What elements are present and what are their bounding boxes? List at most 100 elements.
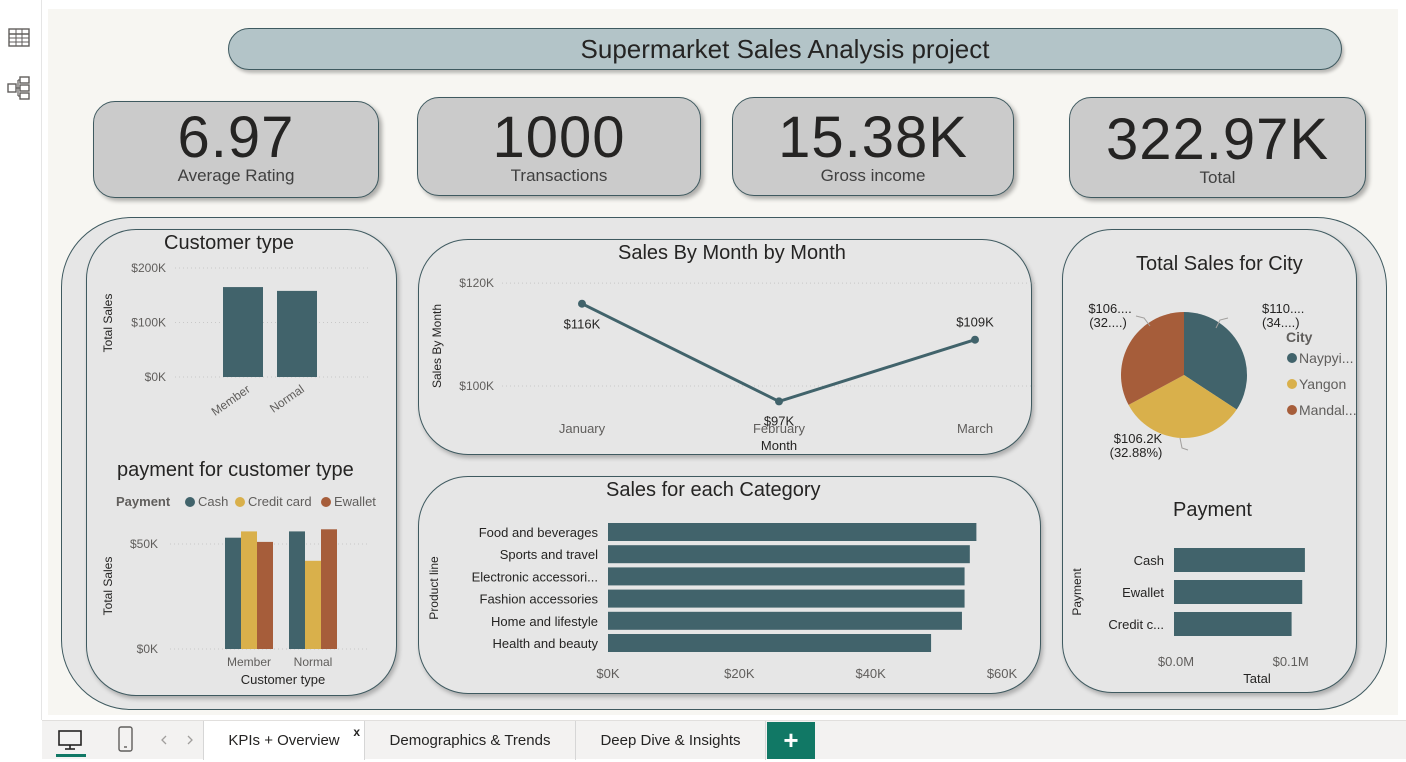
bar [289,531,305,649]
bar [305,560,321,649]
y-tick-label: Sports and travel [500,547,598,562]
bar [1174,580,1303,604]
y-tick-label: $100K [459,379,494,393]
data-label: (32.88%) [1110,445,1163,460]
x-tick-label: Normal [267,382,307,416]
data-label: $106.... [1088,301,1131,316]
category-chart[interactable]: $0K $20K $40K $60K Product line Food and beve… [420,500,1040,690]
data-label: $110.... [1262,301,1304,316]
tab-demographics-trends[interactable]: Demographics & Trends [365,721,576,760]
table-view-icon[interactable] [7,26,31,50]
y-axis-title: Product line [427,556,441,620]
y-tick-label: $200K [131,261,166,275]
kpi-card-average-rating[interactable]: 6.97 Average Rating [93,101,379,198]
bar [223,287,263,377]
legend-label: Credit card [248,494,312,509]
y-tick-label: Food and beverages [479,525,599,540]
series-line [581,302,976,404]
payment-customer-chart[interactable]: Payment Cash Credit card Ewallet $0K $50K Tota… [90,488,390,688]
y-tick-label: Ewallet [1122,585,1164,600]
mobile-layout-icon[interactable] [116,725,136,755]
bar [608,611,962,630]
payment-chart[interactable]: Cash Ewallet Credit c... Payment $0.0M $0.1MT… [1064,526,1354,691]
x-tick-label: $0.0M [1158,654,1194,669]
legend-marker [235,497,245,507]
add-page-button[interactable]: + [767,722,815,759]
customer-type-chart[interactable]: $0K $100K $200K Total Sales Member Normal [90,255,390,445]
y-tick-label: Electronic accessori... [472,569,598,584]
model-view-icon[interactable] [7,76,31,100]
kpi-card-transactions[interactable]: 1000 Transactions [417,97,701,196]
data-point [971,335,979,344]
kpi-value: 6.97 [177,105,295,170]
bar [1174,612,1292,636]
legend-label: Ewallet [334,494,376,509]
x-tick-label: February [753,421,806,436]
page-title: Supermarket Sales Analysis project [228,28,1342,70]
bar [608,523,977,541]
kpi-card-total[interactable]: 322.97K Total [1069,97,1366,198]
data-label: (32....) [1089,315,1127,330]
legend-title: Payment [116,494,171,509]
x-tick-label: $40K [855,666,886,681]
legend-label: Mandal... [1299,402,1357,418]
legend-label: Naypyi... [1299,350,1353,366]
y-tick-label: $0K [145,370,166,384]
tab-deep-dive-insights[interactable]: Deep Dive & Insights [576,721,766,760]
close-tab-icon[interactable]: x [353,725,360,739]
x-tick-label: $20K [724,666,755,681]
x-axis-title: Customer type [241,672,326,687]
kpi-label: Gross income [820,166,926,185]
bar [608,634,932,652]
x-tick-label: March [957,421,993,436]
y-tick-label: $120K [459,276,494,290]
y-tick-label: Health and beauty [492,636,598,651]
desktop-layout-icon[interactable] [56,727,86,757]
bar [241,531,257,649]
scroll-right-icon[interactable] [184,733,196,747]
y-axis-title: Total Sales [101,557,115,616]
city-title: Total Sales for City [1136,253,1303,275]
y-tick-label: $100K [131,316,166,330]
kpi-value: 15.38K [778,105,968,170]
y-axis-title: Total Sales [101,294,115,353]
y-tick-label: Fashion accessories [480,592,599,607]
y-axis-title: Sales By Month [430,304,444,388]
customer-type-title: Customer type [164,232,295,254]
x-axis-title: Month [761,438,797,452]
tab-label: KPIs + Overview [228,732,340,749]
x-tick-label: Member [209,382,253,419]
kpi-value: 1000 [492,105,626,170]
legend-marker [1287,353,1297,363]
legend-marker [321,497,331,507]
page-tab-bar: KPIs + Overview x Demographics & Trends … [42,720,1406,760]
data-label: $109K [956,315,994,330]
data-label: $106.2K [1114,431,1163,446]
bar [608,589,965,608]
data-point [775,397,783,406]
bar [277,290,317,377]
x-tick-label: Normal [294,655,333,669]
city-pie-chart[interactable]: $110....(34....) $106.2K(32.88%) $106....(… [1064,288,1364,473]
data-label: (34....) [1262,315,1300,330]
legend-marker [1287,405,1297,415]
x-tick-label: Member [227,655,271,669]
data-label: $116K [564,317,601,332]
scroll-left-icon[interactable] [158,733,170,747]
legend-marker [185,497,195,507]
kpi-label: Transactions [510,166,608,185]
data-point [578,299,586,308]
legend-label: Yangon [1299,376,1346,392]
leader-line [1179,437,1189,451]
sales-month-chart[interactable]: $100K$120KSales By Month $116KJanuary$97K… [418,262,1038,452]
payment-title: Payment [1173,499,1252,521]
kpi-value: 322.97K [1105,107,1330,172]
x-tick-label: $0.1M [1273,654,1309,669]
x-axis-title: Tatal [1243,671,1271,686]
bar [608,545,970,564]
tab-kpis-overview[interactable]: KPIs + Overview x [203,721,365,760]
tab-label: Demographics & Trends [389,732,551,749]
kpi-card-gross-income[interactable]: 15.38K Gross income [732,97,1014,196]
x-tick-label: $60K [987,666,1018,681]
payment-customer-title: payment for customer type [117,459,354,481]
